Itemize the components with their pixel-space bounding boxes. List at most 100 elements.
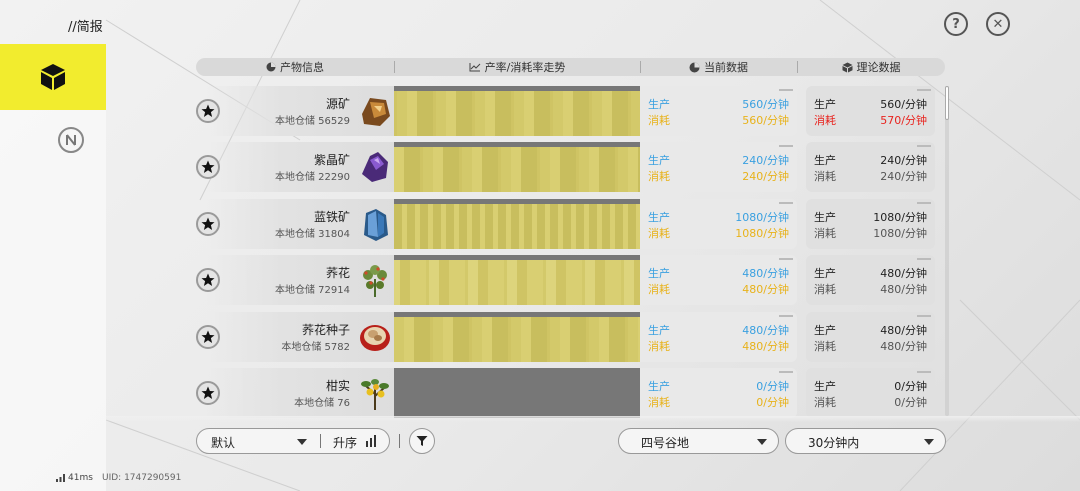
- current-consumption-value: 240/分钟: [742, 170, 789, 183]
- trend-stripe: [560, 147, 569, 192]
- trend-stripe: [485, 204, 493, 249]
- trend-stripe: [423, 317, 430, 362]
- time-range-dropdown[interactable]: 30分钟内: [785, 428, 946, 454]
- product-name: 紫晶矿: [313, 153, 350, 167]
- trend-stripe: [527, 260, 536, 305]
- region-dropdown[interactable]: 四号谷地: [618, 428, 779, 454]
- expand-indicator: [779, 258, 793, 260]
- trend-stripe: [452, 147, 459, 192]
- pie-chart-icon: [689, 62, 700, 72]
- table-row[interactable]: 源矿 本地仓储 56529 生产 560/分钟 消耗 560/分钟 生产 560…: [196, 86, 945, 136]
- network-node-icon: [66, 134, 76, 146]
- star-icon: [201, 386, 215, 399]
- current-production-label: 生产: [648, 154, 670, 167]
- expand-indicator: [779, 371, 793, 373]
- current-consumption-value: 1080/分钟: [735, 227, 789, 240]
- sidebar-tab-production[interactable]: [0, 44, 106, 110]
- trend-stripe: [456, 91, 465, 136]
- current-consumption-value: 480/分钟: [742, 340, 789, 353]
- sort-dropdown[interactable]: 默认: [197, 429, 319, 453]
- theory-production-label: 生产: [814, 267, 836, 280]
- favorite-button[interactable]: [196, 212, 220, 236]
- theory-consumption-label: 消耗: [814, 340, 836, 353]
- trend-chart: [394, 255, 640, 305]
- header-info: 产物信息: [196, 58, 394, 76]
- order-toggle[interactable]: 升序: [321, 429, 389, 453]
- theory-production-label: 生产: [814, 211, 836, 224]
- trend-stripe: [504, 91, 511, 136]
- theory-consumption-value: 0/分钟: [894, 396, 927, 409]
- filter-button[interactable]: [409, 428, 435, 454]
- close-button[interactable]: ✕: [986, 12, 1010, 36]
- favorite-button[interactable]: [196, 99, 220, 123]
- trend-stripe: [439, 260, 449, 305]
- time-range-dropdown-value: 30分钟内: [808, 436, 860, 450]
- expand-indicator: [917, 371, 931, 373]
- sort-divider: [320, 434, 321, 448]
- trend-stripe: [550, 204, 558, 249]
- scrollbar-track[interactable]: [945, 86, 949, 416]
- favorite-button[interactable]: [196, 325, 220, 349]
- expand-indicator: [917, 145, 931, 147]
- trend-stripe: [573, 91, 582, 136]
- sort-control: 默认 升序: [196, 428, 390, 454]
- theory-production-label: 生产: [814, 324, 836, 337]
- current-consumption-label: 消耗: [648, 227, 670, 240]
- expand-indicator: [779, 315, 793, 317]
- trend-stripe: [407, 91, 417, 136]
- sort-ascending-icon: [366, 435, 376, 447]
- current-consumption-value: 0/分钟: [756, 396, 789, 409]
- trend-stripe: [404, 317, 414, 362]
- expand-indicator: [779, 145, 793, 147]
- current-consumption-label: 消耗: [648, 114, 670, 127]
- favorite-button[interactable]: [196, 381, 220, 405]
- table-row[interactable]: 荞花种子 本地仓储 5782 生产 480/分钟 消耗 480/分钟 生产 48…: [196, 312, 945, 362]
- table-row[interactable]: 紫晶矿 本地仓储 22290 生产 240/分钟 消耗 240/分钟 生产 24…: [196, 142, 945, 192]
- theory-consumption-label: 消耗: [814, 170, 836, 183]
- product-info: 紫晶矿 本地仓储 22290: [206, 142, 398, 192]
- current-consumption-label: 消耗: [648, 340, 670, 353]
- header-current-label: 当前数据: [704, 61, 748, 74]
- trend-stripe: [501, 317, 508, 362]
- current-data: 生产 1080/分钟 消耗 1080/分钟: [640, 199, 797, 249]
- product-storage: 本地仓储 76: [294, 398, 350, 409]
- buckwheat-seed-icon: [360, 325, 390, 351]
- sidebar-tab-network[interactable]: [58, 127, 84, 153]
- current-production-value: 560/分钟: [742, 98, 789, 111]
- chevron-down-icon: [757, 439, 767, 445]
- expand-indicator: [917, 202, 931, 204]
- trend-stripe: [400, 260, 410, 305]
- trend-stripe: [550, 147, 560, 192]
- help-button[interactable]: ?: [944, 12, 968, 36]
- trend-chart: [394, 142, 640, 192]
- current-production-value: 480/分钟: [742, 267, 789, 280]
- trend-consumption-line: [394, 255, 640, 260]
- theory-data: 生产 480/分钟 消耗 480/分钟: [806, 255, 935, 305]
- region-dropdown-value: 四号谷地: [641, 436, 690, 450]
- product-storage: 本地仓储 72914: [275, 285, 350, 296]
- trend-stripe: [536, 260, 543, 305]
- current-data: 生产 480/分钟 消耗 480/分钟: [640, 312, 797, 362]
- trend-stripe: [599, 147, 608, 192]
- table-row[interactable]: 荞花 本地仓储 72914 生产 480/分钟 消耗 480/分钟 生产 480…: [196, 255, 945, 305]
- controls-divider: [399, 434, 400, 448]
- trend-stripe: [446, 91, 456, 136]
- favorite-button[interactable]: [196, 268, 220, 292]
- sidebar: [0, 110, 106, 491]
- current-data: 生产 240/分钟 消耗 240/分钟: [640, 142, 797, 192]
- table-row[interactable]: 蓝铁矿 本地仓储 31804 生产 1080/分钟 消耗 1080/分钟 生产 …: [196, 199, 945, 249]
- header-trend: 产率/消耗率走势: [394, 58, 640, 76]
- favorite-button[interactable]: [196, 155, 220, 179]
- theory-consumption-value: 1080/分钟: [873, 227, 927, 240]
- current-production-value: 240/分钟: [742, 154, 789, 167]
- page-title: //简报: [68, 20, 103, 35]
- scrollbar-thumb[interactable]: [945, 86, 949, 120]
- table-row[interactable]: 柑实 本地仓储 76 生产 0/分钟 消耗 0/分钟 生产 0/分钟 消耗 0/…: [196, 368, 945, 418]
- trend-stripe: [517, 260, 527, 305]
- trend-stripe: [531, 317, 540, 362]
- trend-stripe: [511, 147, 521, 192]
- star-icon: [201, 330, 215, 343]
- trend-stripe: [433, 147, 443, 192]
- star-icon: [201, 160, 215, 173]
- theory-production-value: 480/分钟: [880, 324, 927, 337]
